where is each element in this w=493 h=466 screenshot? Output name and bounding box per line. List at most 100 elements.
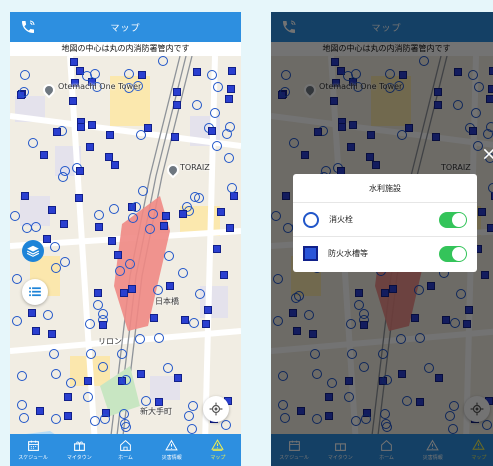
- hydrant-marker[interactable]: [184, 411, 194, 421]
- water-tank-marker[interactable]: [43, 235, 51, 243]
- water-tank-marker[interactable]: [48, 330, 56, 338]
- map-view[interactable]: Otemachi One Tower TORAIZ 日本橋 リロン 新大手町: [10, 56, 241, 444]
- water-tank-marker[interactable]: [137, 370, 145, 378]
- hydrant-marker[interactable]: [82, 71, 92, 81]
- water-tank-marker[interactable]: [174, 374, 182, 382]
- water-tank-marker[interactable]: [111, 161, 119, 169]
- tab-map[interactable]: マップ: [195, 434, 241, 466]
- hydrant-marker[interactable]: [125, 259, 135, 269]
- water-tank-marker[interactable]: [114, 251, 122, 259]
- water-tank-marker[interactable]: [88, 121, 96, 129]
- hydrant-marker[interactable]: [93, 300, 103, 310]
- hydrant-marker[interactable]: [153, 285, 163, 295]
- water-tank-marker[interactable]: [208, 127, 216, 135]
- hydrant-marker[interactable]: [12, 274, 22, 284]
- hydrant-marker[interactable]: [138, 186, 148, 196]
- tab-schedule[interactable]: スケジュール: [10, 434, 56, 466]
- hydrant-marker[interactable]: [117, 349, 127, 359]
- water-tank-marker[interactable]: [166, 282, 174, 290]
- water-tank-marker[interactable]: [99, 321, 107, 329]
- hydrant-marker[interactable]: [51, 369, 61, 379]
- water-tank-marker[interactable]: [162, 212, 170, 220]
- water-tank-marker[interactable]: [202, 320, 210, 328]
- water-tank-marker[interactable]: [120, 289, 128, 297]
- hydrant-marker[interactable]: [207, 70, 217, 80]
- water-tank-marker[interactable]: [144, 124, 152, 132]
- water-tank-marker[interactable]: [86, 143, 94, 151]
- hydrant-marker[interactable]: [187, 424, 197, 434]
- hydrant-marker[interactable]: [124, 69, 134, 79]
- hydrant-marker[interactable]: [120, 419, 130, 429]
- hydrant-marker[interactable]: [136, 130, 146, 140]
- hydrant-marker[interactable]: [28, 138, 38, 148]
- hydrant-marker[interactable]: [10, 211, 20, 221]
- hydrant-marker[interactable]: [227, 183, 237, 193]
- water-tank-marker[interactable]: [171, 133, 179, 141]
- hydrant-marker[interactable]: [19, 413, 29, 423]
- hydrant-marker[interactable]: [17, 371, 27, 381]
- hydrant-marker[interactable]: [60, 257, 70, 267]
- hydrant-marker[interactable]: [51, 263, 61, 273]
- water-tank-marker[interactable]: [226, 224, 234, 232]
- hydrant-marker[interactable]: [20, 70, 30, 80]
- water-tank-marker[interactable]: [173, 101, 181, 109]
- tab-disaster-info[interactable]: 災害情報: [149, 434, 195, 466]
- water-tank-marker[interactable]: [60, 220, 68, 228]
- water-tank-marker[interactable]: [105, 153, 113, 161]
- hydrant-marker[interactable]: [66, 378, 76, 388]
- water-tank-marker[interactable]: [217, 208, 225, 216]
- water-tank-marker[interactable]: [64, 412, 72, 420]
- phone-call-icon[interactable]: [20, 19, 36, 35]
- hydrant-marker[interactable]: [86, 349, 96, 359]
- hydrant-marker[interactable]: [188, 401, 198, 411]
- hydrant-marker[interactable]: [115, 266, 125, 276]
- water-tank-marker[interactable]: [70, 58, 78, 66]
- water-tank-marker[interactable]: [40, 151, 48, 159]
- water-tank-marker[interactable]: [106, 131, 114, 139]
- water-tank-marker[interactable]: [160, 222, 168, 230]
- hydrant-marker[interactable]: [210, 108, 220, 118]
- hydrant-marker[interactable]: [43, 310, 53, 320]
- water-tank-marker[interactable]: [128, 285, 136, 293]
- hydrant-marker[interactable]: [212, 141, 222, 151]
- hydrant-marker[interactable]: [213, 82, 223, 92]
- water-tank-marker[interactable]: [179, 210, 187, 218]
- hydrant-marker[interactable]: [135, 334, 145, 344]
- hydrant-marker[interactable]: [19, 87, 29, 97]
- hydrant-marker[interactable]: [12, 316, 22, 326]
- water-tank-marker[interactable]: [75, 194, 83, 202]
- tab-mytown[interactable]: マイタウン: [56, 434, 102, 466]
- water-tank-marker[interactable]: [213, 245, 221, 253]
- water-tank-marker[interactable]: [94, 289, 102, 297]
- water-tank-marker[interactable]: [138, 71, 146, 79]
- water-tank-marker[interactable]: [36, 407, 44, 415]
- water-tank-marker[interactable]: [181, 316, 189, 324]
- water-tank-marker[interactable]: [220, 271, 228, 279]
- hydrant-marker[interactable]: [189, 318, 199, 328]
- water-tank-marker[interactable]: [173, 88, 181, 96]
- hydrant-marker[interactable]: [119, 409, 129, 419]
- water-tank-marker[interactable]: [204, 306, 212, 314]
- water-tank-marker[interactable]: [227, 85, 235, 93]
- hydrant-marker[interactable]: [17, 400, 27, 410]
- water-tank-marker[interactable]: [77, 123, 85, 131]
- hydrant-marker[interactable]: [22, 223, 32, 233]
- water-tank-marker[interactable]: [84, 377, 92, 385]
- water-tank-marker[interactable]: [32, 327, 40, 335]
- hydrant-marker[interactable]: [195, 289, 205, 299]
- hydrant-marker[interactable]: [163, 363, 173, 373]
- tab-home[interactable]: ホーム: [102, 434, 148, 466]
- water-tank-marker[interactable]: [150, 314, 158, 322]
- hydrant-marker[interactable]: [100, 414, 110, 424]
- hydrant-marker[interactable]: [178, 268, 188, 278]
- water-tank-marker[interactable]: [21, 192, 29, 200]
- hydrant-marker[interactable]: [98, 362, 108, 372]
- hydrant-marker[interactable]: [164, 251, 174, 261]
- water-tank-marker[interactable]: [95, 223, 103, 231]
- hydrant-marker[interactable]: [158, 56, 168, 66]
- hydrant-marker[interactable]: [121, 375, 131, 385]
- hydrant-marker[interactable]: [85, 319, 95, 329]
- water-tank-marker[interactable]: [225, 95, 233, 103]
- hydrant-marker[interactable]: [83, 392, 93, 402]
- hydrant-marker[interactable]: [109, 204, 119, 214]
